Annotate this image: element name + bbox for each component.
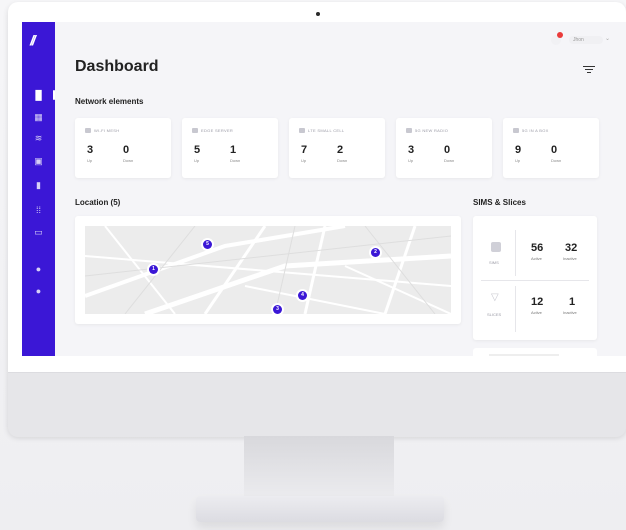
slices-inactive-label: Inactive (563, 310, 577, 315)
sims-slices-card: SIMS 56 32 Active Inactive ▽ SLICES 12 1… (473, 216, 597, 340)
down-label: Down (230, 158, 241, 163)
nav-grid-icon[interactable]: ▦ (22, 110, 55, 124)
map-pin[interactable]: 2 (371, 248, 380, 257)
up-value: 9 (515, 144, 522, 156)
down-label: Down (123, 158, 134, 163)
down-value: 0 (551, 144, 558, 156)
sims-label: SIMS (489, 260, 499, 265)
box-icon (513, 128, 519, 134)
up-value: 3 (87, 144, 94, 156)
slices-label: SLICES (487, 312, 502, 317)
signal-icon (299, 128, 305, 134)
map-pin[interactable]: 5 (203, 240, 212, 249)
nav-apps-icon[interactable]: ⁞⁞ (22, 203, 55, 217)
network-card[interactable]: LTE Small Cell 7 2 Up Down (289, 118, 385, 178)
nav-device-icon[interactable]: ▮ (22, 178, 55, 192)
radio-icon (406, 128, 412, 134)
up-label: Up (515, 158, 521, 163)
network-elements-heading: Network elements (75, 97, 144, 106)
page-title: Dashboard (75, 58, 159, 75)
down-label: Down (337, 158, 348, 163)
slices-inactive-value: 1 (569, 296, 576, 308)
down-value: 2 (337, 144, 344, 156)
up-value: 3 (408, 144, 415, 156)
nav-chat-icon[interactable]: ● (22, 284, 55, 298)
chevron-down-icon[interactable]: ⌄ (605, 35, 610, 42)
nav-dashboard-icon[interactable]: ▐▌ (22, 88, 55, 102)
network-card[interactable]: 5G in a Box 9 0 Up Down (503, 118, 599, 178)
nav-help-icon[interactable]: ● (22, 262, 55, 276)
network-card[interactable]: Wi-Fi Mesh 3 0 Up Down (75, 118, 171, 178)
filter-icon[interactable] (583, 66, 595, 74)
divider (515, 230, 516, 276)
map-pin[interactable]: 3 (273, 305, 282, 314)
card-label: Edge Server (192, 128, 233, 134)
sims-inactive-label: Inactive (563, 256, 577, 261)
nav-sim-icon[interactable]: ▣ (22, 154, 55, 168)
card-label: Wi-Fi Mesh (85, 128, 119, 134)
down-value: 0 (123, 144, 130, 156)
up-label: Up (408, 158, 414, 163)
divider (515, 286, 516, 332)
map-pin[interactable]: 4 (298, 291, 307, 300)
card-label: LTE Small Cell (299, 128, 344, 134)
sims-slices-heading: SIMS & Slices (473, 198, 526, 207)
partial-card (473, 348, 597, 356)
map-pin[interactable]: 1 (149, 265, 158, 274)
slices-active-label: Active (531, 310, 542, 315)
main-content: Jhon ⌄ Dashboard Network elements Wi-Fi … (55, 22, 626, 356)
network-card[interactable]: Edge Server 5 1 Up Down (182, 118, 278, 178)
server-icon (192, 128, 198, 134)
monitor-chin (8, 372, 626, 437)
sims-active-label: Active (531, 256, 542, 261)
wifi-mesh-icon (85, 128, 91, 134)
down-label: Down (444, 158, 455, 163)
sims-inactive-value: 32 (565, 242, 578, 254)
user-menu[interactable]: Jhon (569, 36, 603, 44)
notification-badge (557, 32, 563, 38)
location-map-card: 1 5 4 2 3 (75, 216, 461, 324)
down-value: 0 (444, 144, 451, 156)
sim-icon (491, 242, 501, 252)
card-label: 5G New Radio (406, 128, 448, 134)
nav-card-icon[interactable]: ▭ (22, 225, 55, 239)
slices-active-value: 12 (531, 296, 544, 308)
down-label: Down (551, 158, 562, 163)
camera (316, 12, 320, 16)
slices-icon: ▽ (491, 292, 499, 303)
up-label: Up (301, 158, 307, 163)
location-heading: Location (5) (75, 198, 121, 207)
up-value: 7 (301, 144, 308, 156)
down-value: 1 (230, 144, 237, 156)
monitor-foot (196, 496, 444, 522)
logo-icon[interactable]: // (30, 32, 36, 48)
divider (481, 280, 589, 281)
up-label: Up (194, 158, 200, 163)
sims-active-value: 56 (531, 242, 544, 254)
sidebar: // ▐▌ ▦ ≋ ▣ ▮ ⁞⁞ ▭ ● ● (22, 22, 55, 356)
app-screen: // ▐▌ ▦ ≋ ▣ ▮ ⁞⁞ ▭ ● ● Jhon ⌄ Dashboard … (22, 22, 626, 356)
card-label: 5G in a Box (513, 128, 549, 134)
up-value: 5 (194, 144, 201, 156)
map-streets (85, 226, 451, 314)
notification-icon[interactable] (551, 32, 563, 45)
up-label: Up (87, 158, 93, 163)
location-map[interactable]: 1 5 4 2 3 (85, 226, 451, 314)
network-card[interactable]: 5G New Radio 3 0 Up Down (396, 118, 492, 178)
nav-wifi-icon[interactable]: ≋ (22, 131, 55, 145)
